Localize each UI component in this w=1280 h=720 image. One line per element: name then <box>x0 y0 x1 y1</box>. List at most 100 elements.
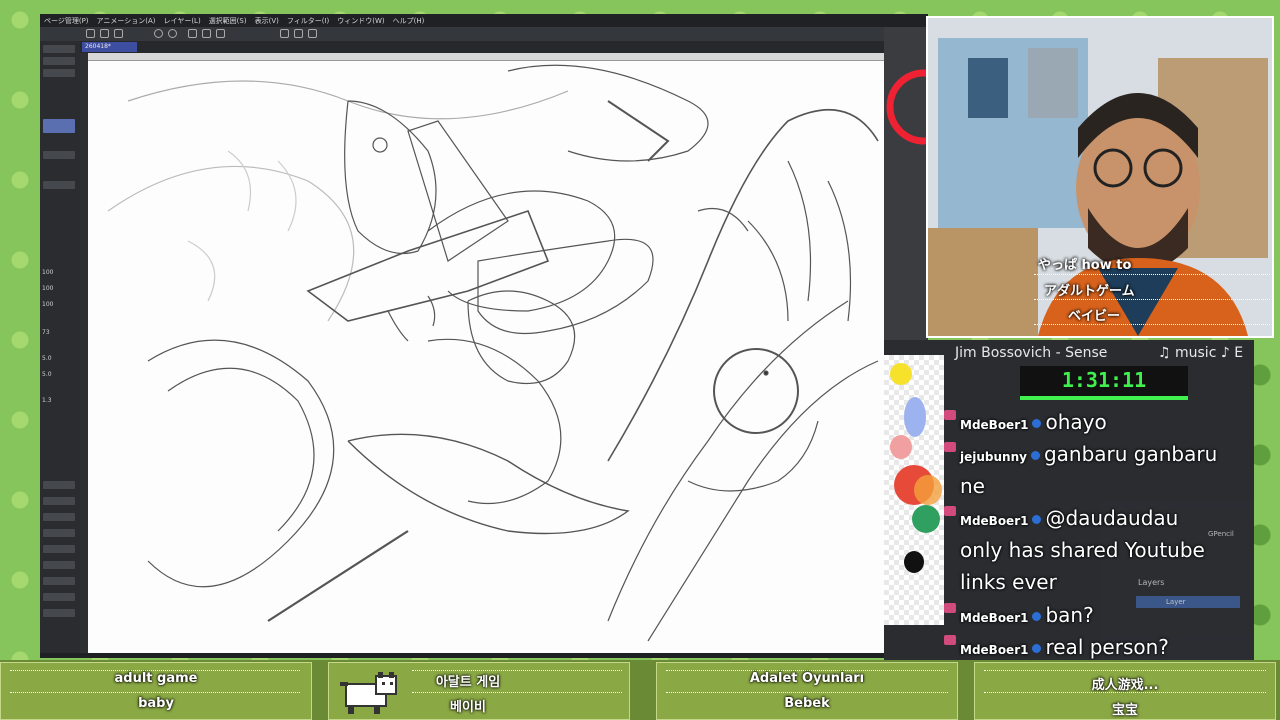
subtitle-zh-line1: 成人游戏... <box>1091 678 1159 693</box>
subtool-item[interactable] <box>43 593 75 601</box>
tool-button[interactable] <box>43 57 75 65</box>
fill-icon[interactable] <box>202 29 211 38</box>
chat-text: only has shared Youtube <box>960 538 1205 562</box>
menu-item-animation[interactable]: アニメーション(A) <box>97 16 156 26</box>
canvas-status-bar <box>40 653 928 658</box>
thickness-value[interactable]: 1.3 <box>42 397 52 404</box>
color-swatch[interactable] <box>914 475 942 505</box>
color-wheel-icon[interactable] <box>884 27 962 173</box>
user-badge-icon <box>1032 612 1042 621</box>
color-swatch[interactable] <box>890 363 912 385</box>
layer-row[interactable]: Layer <box>1136 596 1240 608</box>
chat-message: jejubunny ganbaru ganbaru <box>960 438 1217 473</box>
chat-username[interactable]: MdeBoer1 <box>960 418 1028 432</box>
user-badge-icon <box>1032 644 1042 653</box>
subtool-item[interactable] <box>43 513 75 521</box>
chat-username[interactable]: jejubunny <box>960 450 1027 464</box>
chat-text: real person? <box>1045 635 1169 659</box>
drawing-canvas[interactable] <box>88 61 888 653</box>
ruler-icon[interactable] <box>280 29 289 38</box>
angle-value[interactable]: 5.0 <box>42 371 52 378</box>
menu-item-selection[interactable]: 選択範囲(S) <box>209 16 247 26</box>
subtitle-divider <box>1034 324 1270 325</box>
subtool-item[interactable] <box>43 609 75 617</box>
spacing-value[interactable]: 5.0 <box>42 355 52 362</box>
subtitle-ko-line2: 베이비 <box>450 700 486 715</box>
menu-item-layer[interactable]: レイヤー(L) <box>164 16 201 26</box>
opacity-value[interactable]: 100 <box>42 285 53 292</box>
undo-icon[interactable] <box>154 29 163 38</box>
timer-progress-fill <box>1020 396 1188 400</box>
subtitle-en-line2: baby <box>138 696 174 711</box>
color-swatch[interactable] <box>904 551 924 573</box>
horizontal-ruler <box>88 53 928 61</box>
menu-item-view[interactable]: 表示(V) <box>255 16 279 26</box>
tool-button[interactable] <box>43 151 75 159</box>
subtitle-divider <box>984 670 1266 671</box>
chat-message: MdeBoer1 ohayo <box>960 406 1107 441</box>
chat-username[interactable]: MdeBoer1 <box>960 611 1028 625</box>
user-badge-icon <box>1032 515 1042 524</box>
now-playing-text: Jim Bossovich - Sense <box>955 345 1108 361</box>
stabilization-value[interactable]: 73 <box>42 329 50 336</box>
canvas-tab[interactable]: 260418* <box>82 42 137 52</box>
pen-icon[interactable] <box>294 29 303 38</box>
subtool-item[interactable] <box>43 529 75 537</box>
drawing-app-window: ページ管理(P) アニメーション(A) レイヤー(L) 選択範囲(S) 表示(V… <box>40 14 928 658</box>
new-file-icon[interactable] <box>86 29 95 38</box>
user-badge-icon <box>1032 419 1042 428</box>
chat-message: only has shared Youtube <box>960 534 1205 566</box>
chat-text: links ever <box>960 570 1057 594</box>
subtitle-divider <box>1034 299 1270 300</box>
subtitle-tr-line1: Adalet Oyunları <box>749 671 865 686</box>
subtool-item[interactable] <box>43 497 75 505</box>
tool-button[interactable] <box>43 45 75 53</box>
command-bar <box>40 27 928 42</box>
chat-username[interactable]: MdeBoer1 <box>960 514 1028 528</box>
chat-message: MdeBoer1 ban? <box>960 599 1094 634</box>
color-swatch[interactable] <box>890 435 912 459</box>
menu-item-window[interactable]: ウィンドウ(W) <box>337 16 384 26</box>
chat-message: MdeBoer1 @daudaudau <box>960 502 1178 537</box>
chat-message: links ever <box>960 566 1057 598</box>
brush-icon[interactable] <box>308 29 317 38</box>
subtitle-tr-line2: Bebek <box>784 696 830 711</box>
subtool-item[interactable] <box>43 545 75 553</box>
chat-message: ne <box>960 470 985 502</box>
subtool-item[interactable] <box>43 481 75 489</box>
mod-badge-icon <box>944 603 956 613</box>
tool-button[interactable] <box>43 69 75 77</box>
menu-item-page[interactable]: ページ管理(P) <box>44 16 89 26</box>
chat-username[interactable]: MdeBoer1 <box>960 643 1028 657</box>
menu-bar: ページ管理(P) アニメーション(A) レイヤー(L) 選択範囲(S) 表示(V… <box>40 14 928 27</box>
save-icon[interactable] <box>114 29 123 38</box>
sketch-drawing <box>107 64 879 642</box>
subtitle-ko-line1: 아달트 게임 <box>435 675 501 690</box>
subtitle-zh-line2: 宝宝 <box>1111 703 1138 718</box>
tool-button[interactable] <box>43 181 75 189</box>
chat-text: ban? <box>1045 603 1094 627</box>
mod-badge-icon <box>944 442 956 452</box>
clear-icon[interactable] <box>188 29 197 38</box>
color-swatch[interactable] <box>904 397 926 437</box>
webcam-subtitle-line: アダルトゲーム <box>1044 284 1135 299</box>
color-palette <box>884 355 944 625</box>
density-value[interactable]: 100 <box>42 301 53 308</box>
transform-icon[interactable] <box>216 29 225 38</box>
subtitle-en-line1: adult game <box>114 671 198 686</box>
menu-item-filter[interactable]: フィルター(I) <box>287 16 329 26</box>
layers-label: Layers <box>1138 578 1165 587</box>
mod-badge-icon <box>944 635 956 645</box>
chat-text: ganbaru ganbaru <box>1043 442 1218 466</box>
tool-button-selected[interactable] <box>43 119 75 133</box>
color-swatch[interactable] <box>912 505 940 533</box>
brush-size-value[interactable]: 100 <box>42 269 53 276</box>
webcam-subtitle-line: ベイビー <box>1068 309 1121 324</box>
menu-item-help[interactable]: ヘルプ(H) <box>393 16 425 26</box>
redo-icon[interactable] <box>168 29 177 38</box>
webcam-subtitle-line: やっぱ how to <box>1038 258 1132 273</box>
subtool-item[interactable] <box>43 561 75 569</box>
user-badge-icon <box>1030 451 1040 460</box>
open-file-icon[interactable] <box>100 29 109 38</box>
subtool-item[interactable] <box>43 577 75 585</box>
